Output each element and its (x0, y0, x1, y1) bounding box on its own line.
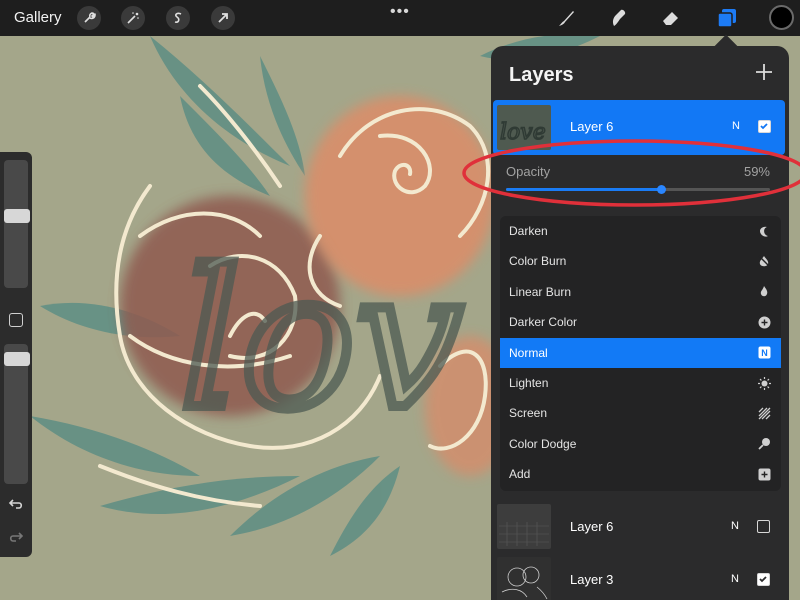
blend-mode-list: Darken Color Burn Linear Burn Darker Color N… (500, 216, 781, 491)
transform-arrow-icon[interactable] (211, 6, 235, 30)
magic-wand-icon[interactable] (121, 6, 145, 30)
layer-row[interactable]: Layer 6 N (491, 500, 789, 552)
blend-mode-label: Add (509, 467, 531, 482)
opacity-label: Opacity (506, 164, 551, 179)
top-toolbar: Gallery ••• (0, 0, 800, 36)
plus-square-icon (758, 468, 771, 481)
layer-blend-mode-letter[interactable]: N (731, 573, 739, 585)
gallery-button[interactable]: Gallery (14, 9, 62, 26)
love-lettering: lov (180, 230, 463, 451)
brush-opacity-thumb[interactable] (4, 352, 30, 367)
layer-name: Layer 3 (570, 572, 614, 587)
smudge-icon[interactable] (605, 5, 631, 31)
brush-icon[interactable] (553, 5, 579, 31)
blend-mode-label: Lighten (509, 376, 549, 390)
plus-circle-icon (758, 316, 771, 329)
opacity-slider-fill (506, 188, 662, 191)
undo-icon[interactable] (8, 496, 24, 512)
blend-mode-label: Color Dodge (509, 436, 577, 451)
svg-text:N: N (761, 348, 768, 358)
opacity-slider[interactable] (506, 185, 770, 194)
layers-icon[interactable] (714, 5, 740, 31)
layer-visibility-checkbox[interactable] (757, 573, 770, 586)
layers-panel: Layers love Layer 6 N Opacity 59% Darken… (491, 46, 789, 600)
blend-mode-label: Normal (509, 345, 548, 360)
flame-icon (760, 286, 768, 297)
layer-visibility-checkbox[interactable] (758, 120, 771, 133)
dodge-icon (758, 438, 770, 450)
layer-name: Layer 6 (570, 119, 614, 134)
layer-blend-mode-letter[interactable]: N (731, 520, 739, 532)
blend-mode-item[interactable]: Lighten (500, 368, 781, 398)
blend-mode-item[interactable]: Linear Burn (500, 277, 781, 307)
layer-thumbnail (497, 504, 551, 549)
opacity-value: 59% (743, 164, 770, 179)
hatch-icon (758, 407, 771, 420)
blend-mode-label: Linear Burn (509, 284, 572, 299)
blend-mode-item[interactable]: Color Burn (500, 246, 781, 276)
blend-mode-item[interactable]: Normal N (500, 337, 781, 368)
redo-icon[interactable] (8, 529, 24, 545)
layer-row[interactable]: Layer 3 N (491, 553, 789, 600)
blend-mode-label: Darker Color (509, 315, 578, 330)
wrench-icon[interactable] (77, 6, 101, 30)
blend-mode-label: Color Burn (509, 254, 567, 269)
blend-mode-item[interactable]: Screen (500, 398, 781, 428)
layer-blend-mode-letter[interactable]: N (732, 120, 740, 132)
layer-thumbnail: love (497, 105, 551, 150)
svg-text:love: love (500, 120, 546, 145)
selection-icon[interactable] (166, 6, 190, 30)
add-layer-icon[interactable] (754, 62, 774, 82)
active-layer-row[interactable]: love Layer 6 N (493, 100, 785, 155)
brush-size-slider[interactable] (4, 160, 28, 288)
eraser-icon[interactable] (658, 5, 684, 31)
layer-visibility-checkbox[interactable] (757, 520, 770, 533)
layer-name: Layer 6 (570, 519, 614, 534)
blend-mode-item[interactable]: Darker Color (500, 307, 781, 337)
moon-icon (760, 226, 768, 237)
burn-icon (758, 255, 771, 268)
left-sidebar (0, 152, 32, 557)
blend-mode-item[interactable]: Darken (500, 216, 781, 246)
blend-mode-label: Screen (509, 406, 548, 421)
panel-title: Layers (509, 64, 574, 86)
brush-size-thumb[interactable] (4, 208, 30, 223)
blend-mode-item[interactable]: Color Dodge (500, 429, 781, 459)
blend-mode-item[interactable]: Add (500, 459, 781, 489)
opacity-slider-knob[interactable] (657, 185, 667, 194)
color-picker-swatch[interactable] (769, 5, 794, 30)
modify-button[interactable] (9, 313, 23, 327)
blend-mode-label: Darken (509, 224, 548, 238)
normal-n-icon: N (758, 346, 771, 359)
sun-icon (758, 376, 771, 390)
more-options-dots[interactable]: ••• (390, 3, 410, 21)
layer-thumbnail (497, 557, 551, 600)
